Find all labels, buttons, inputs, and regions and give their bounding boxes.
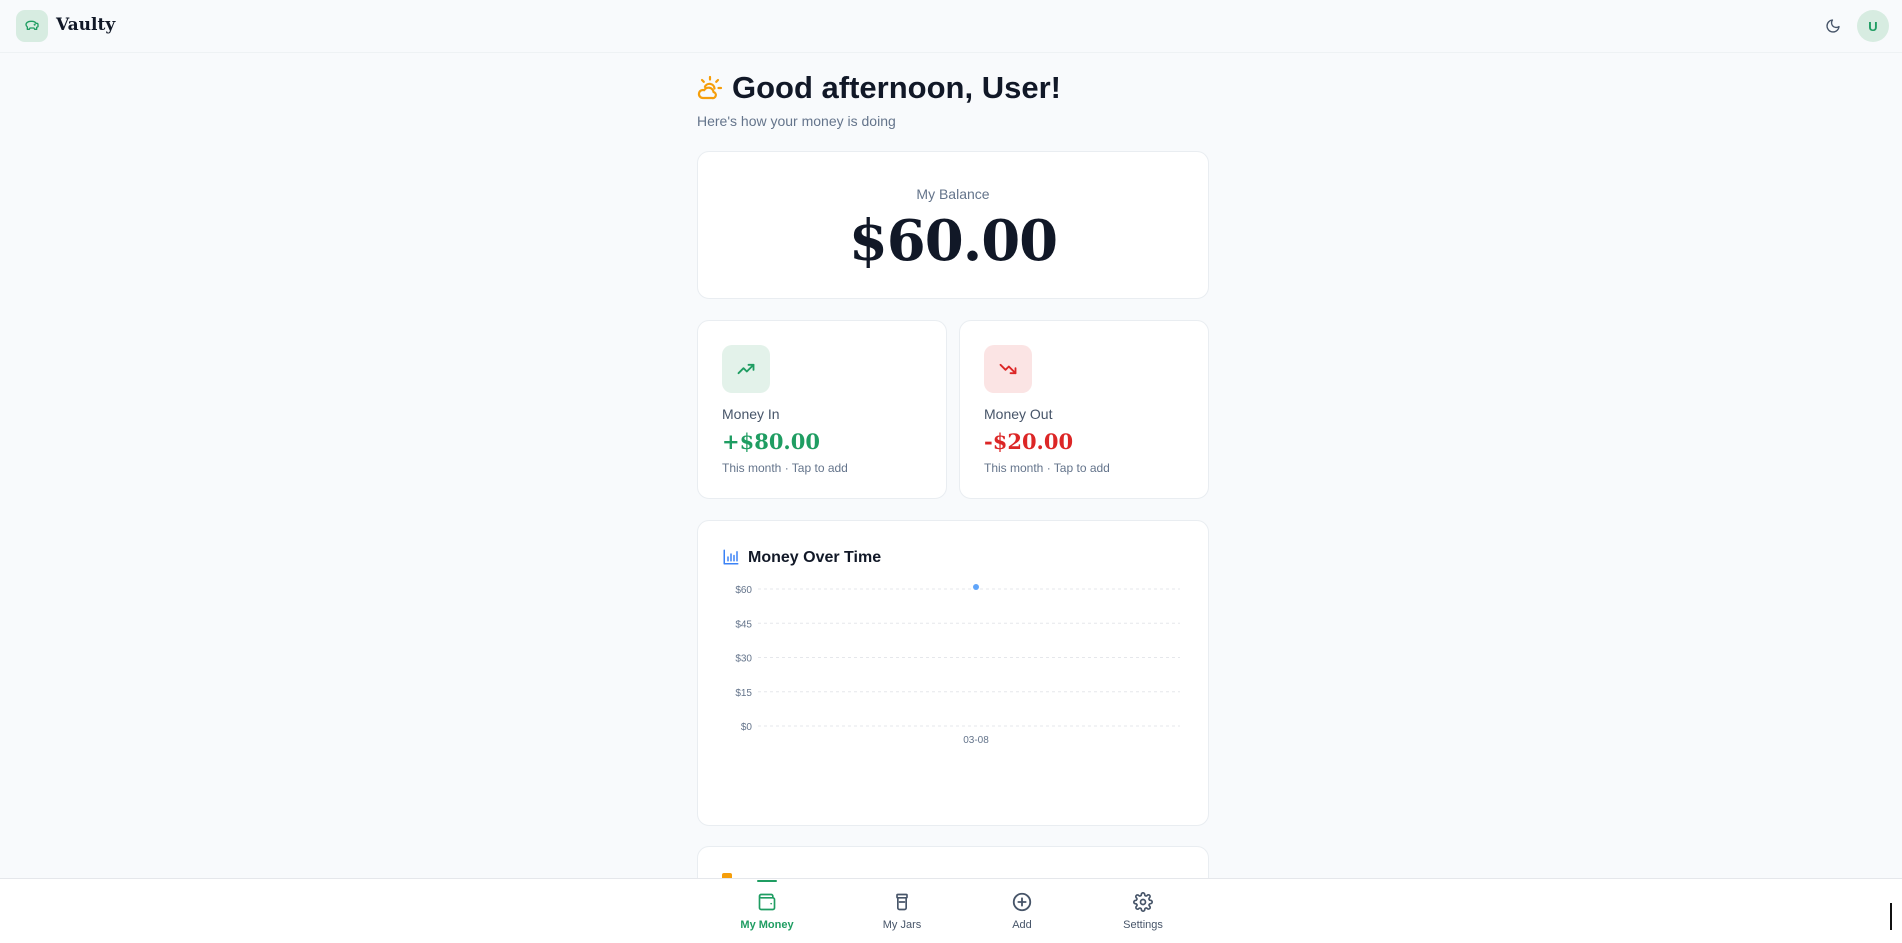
money-in-card[interactable]: Money In +$80.00 This month · Tap to add — [697, 320, 947, 499]
x-tick-label: 03-08 — [963, 735, 989, 746]
money-over-time-chart: $0 $15 $30 $45 $60 03-08 — [735, 584, 1180, 746]
nav-label: My Jars — [882, 919, 922, 931]
nav-my-money[interactable]: My Money — [722, 879, 812, 943]
chart-card: Money Over Time $0 $15 $30 $45 $60 03-08 — [697, 520, 1209, 826]
nav-label: Settings — [1123, 919, 1163, 931]
money-in-amount: +$80.00 — [722, 429, 820, 454]
gear-icon — [1133, 891, 1153, 913]
wallet-icon — [757, 891, 777, 913]
sun-cloud-icon — [696, 74, 724, 107]
money-out-amount: -$20.00 — [984, 429, 1074, 454]
balance-label: My Balance — [916, 186, 990, 202]
balance-card: My Balance $60.00 — [697, 151, 1209, 299]
active-indicator — [757, 880, 777, 882]
y-tick-label: $15 — [735, 688, 752, 699]
nav-label: My Money — [740, 919, 794, 931]
avatar[interactable]: U — [1857, 10, 1889, 42]
greeting-title: Good afternoon, User! — [732, 70, 1061, 105]
y-tick-label: $45 — [735, 619, 752, 630]
nav-add[interactable]: Add — [977, 879, 1067, 943]
y-tick-label: $0 — [741, 722, 753, 733]
app-name: Vaulty — [56, 15, 116, 35]
y-tick-label: $30 — [735, 654, 752, 665]
balance-amount: $60.00 — [848, 208, 1058, 274]
y-tick-label: $60 — [735, 585, 752, 596]
top-bar: Vaulty U — [0, 0, 1902, 53]
text-cursor — [1890, 903, 1892, 930]
trending-up-icon — [722, 345, 770, 393]
plus-circle-icon — [1011, 891, 1033, 913]
money-out-card[interactable]: Money Out -$20.00 This month · Tap to ad… — [959, 320, 1209, 499]
data-point[interactable] — [973, 584, 979, 590]
nav-settings[interactable]: Settings — [1098, 879, 1188, 943]
greeting-subtitle: Here's how your money is doing — [697, 113, 896, 129]
money-out-note: This month · Tap to add — [984, 461, 1110, 475]
jar-icon — [892, 891, 912, 913]
money-out-label: Money Out — [984, 406, 1053, 422]
piggy-bank-icon[interactable] — [16, 10, 48, 42]
bottom-nav: My Money My Jars Add Settings — [0, 878, 1902, 943]
nav-label: Add — [1012, 919, 1032, 931]
money-in-label: Money In — [722, 406, 780, 422]
moon-icon[interactable] — [1823, 16, 1843, 36]
trending-down-icon — [984, 345, 1032, 393]
money-in-note: This month · Tap to add — [722, 461, 848, 475]
nav-my-jars[interactable]: My Jars — [857, 879, 947, 943]
